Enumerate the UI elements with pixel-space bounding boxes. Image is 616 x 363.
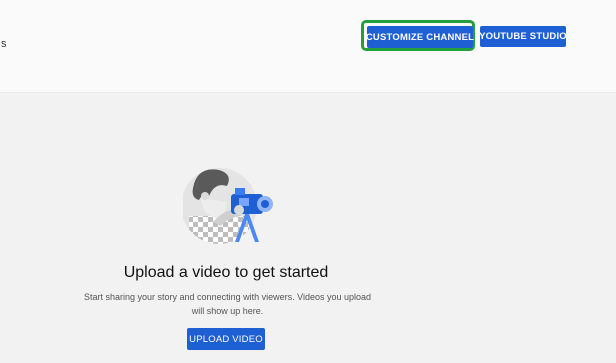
truncated-header-text: s	[1, 38, 7, 50]
person-with-video-camera-icon	[181, 162, 283, 252]
channel-header: s CUSTOMIZE CHANNEL YOUTUBE STUDIO	[0, 0, 616, 93]
empty-state-title: Upload a video to get started	[123, 264, 329, 281]
customize-channel-button[interactable]: CUSTOMIZE CHANNEL	[366, 26, 474, 48]
empty-state-description: Start sharing your story and connecting …	[84, 292, 371, 316]
youtube-studio-button[interactable]: YOUTUBE STUDIO	[479, 26, 567, 47]
upload-video-button[interactable]: UPLOAD VIDEO	[187, 328, 265, 350]
